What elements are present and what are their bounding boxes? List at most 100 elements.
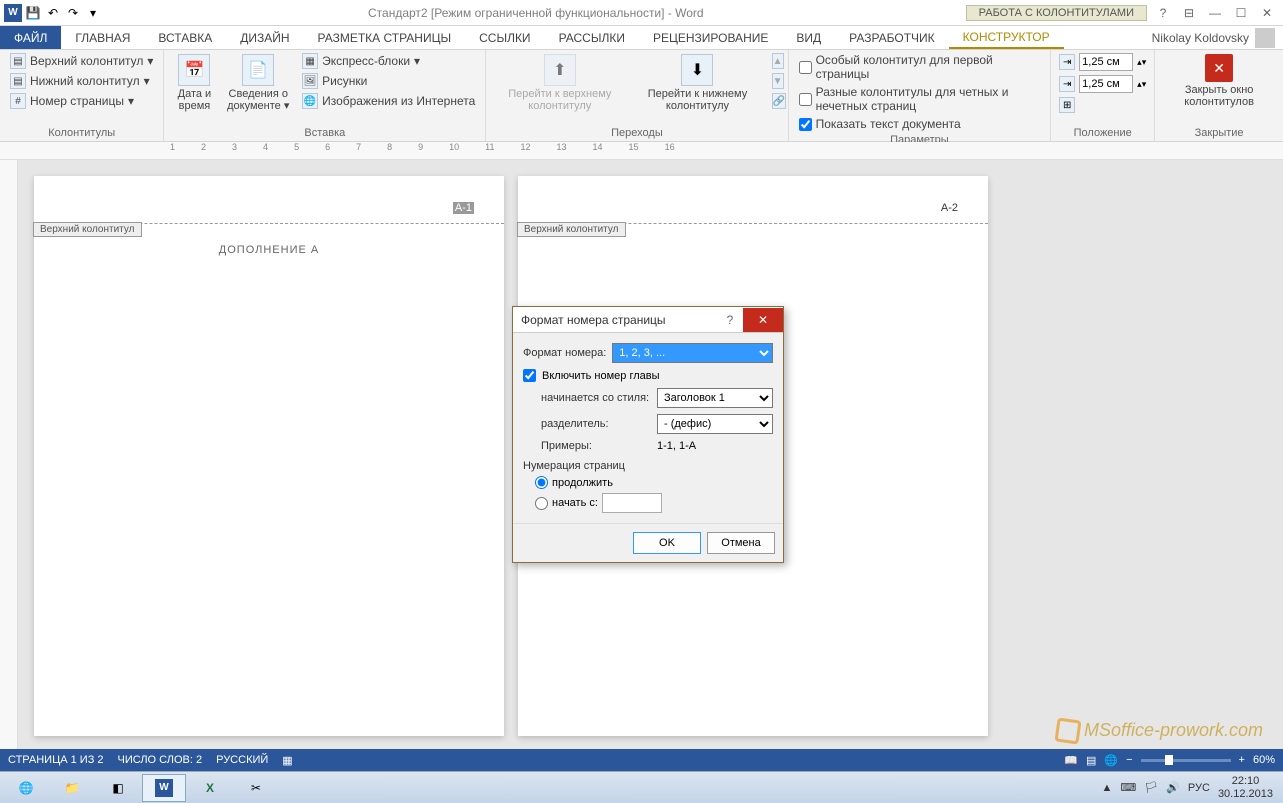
quick-parts-button[interactable]: ▦Экспресс-блоки ▾	[298, 52, 479, 70]
status-page[interactable]: СТРАНИЦА 1 ИЗ 2	[8, 754, 104, 766]
tray-clock[interactable]: 22:10 30.12.2013	[1218, 775, 1273, 799]
tray-volume-icon[interactable]: 🔊	[1166, 781, 1180, 794]
start-from-radio[interactable]: начать с:	[523, 493, 773, 513]
tab-header-design[interactable]: КОНСТРУКТОР	[949, 26, 1064, 49]
align-tab-icon[interactable]: ⊞	[1059, 97, 1075, 113]
view-print-icon[interactable]: ▤	[1086, 754, 1096, 767]
footer-from-bottom[interactable]: ⇥▴▾	[1057, 74, 1148, 94]
tab-developer[interactable]: РАЗРАБОТЧИК	[835, 26, 949, 49]
quick-access-toolbar: W 💾 ↶ ↷ ▾	[0, 4, 106, 22]
ribbon-collapse-icon[interactable]: ⊟	[1177, 4, 1201, 22]
link-previous-button: 🔗	[768, 92, 782, 110]
header-top-input[interactable]	[1079, 53, 1133, 71]
watermark: MSoffice-prowork.com	[1056, 719, 1263, 743]
top-header-button[interactable]: ▤Верхний колонтитул ▾	[6, 52, 157, 70]
tab-references[interactable]: ССЫЛКИ	[465, 26, 544, 49]
group-close: ✕ Закрыть окно колонтитулов Закрытие	[1155, 50, 1283, 141]
first-page-checkbox[interactable]: Особый колонтитул для первой страницы	[795, 52, 1045, 82]
user-avatar-icon[interactable]	[1255, 28, 1275, 48]
macro-icon[interactable]: ▦	[282, 754, 292, 767]
status-language[interactable]: РУССКИЙ	[216, 754, 268, 766]
number-format-select[interactable]: 1, 2, 3, ...	[612, 343, 773, 363]
tray-action-icon[interactable]: 🏳	[1144, 781, 1158, 794]
horizontal-ruler[interactable]: 1234 5678 9101112 13141516	[0, 142, 1283, 160]
tab-mailings[interactable]: РАССЫЛКИ	[545, 26, 639, 49]
titlebar: W 💾 ↶ ↷ ▾ Стандарт2 [Режим ограниченной …	[0, 0, 1283, 26]
tray-network-icon[interactable]: ▲	[1101, 782, 1112, 794]
document-info-button[interactable]: 📄 Сведения о документе ▾	[222, 52, 294, 114]
chapter-style-select[interactable]: Заголовок 1	[657, 388, 773, 408]
continue-radio[interactable]: продолжить	[523, 476, 773, 489]
vertical-ruler[interactable]	[0, 160, 18, 761]
cancel-button[interactable]: Отмена	[707, 532, 775, 554]
date-time-button[interactable]: 📅 Дата и время	[170, 52, 218, 114]
format-label: Формат номера:	[523, 347, 606, 359]
zoom-slider[interactable]	[1141, 759, 1231, 762]
close-window-icon[interactable]: ✕	[1255, 4, 1279, 22]
tab-home[interactable]: ГЛАВНАЯ	[61, 26, 144, 49]
group-label: Вставка	[170, 125, 479, 141]
odd-even-checkbox[interactable]: Разные колонтитулы для четных и нечетных…	[795, 84, 1045, 114]
maximize-icon[interactable]: ☐	[1229, 4, 1253, 22]
word-logo-icon[interactable]: W	[4, 4, 22, 22]
close-icon: ✕	[1205, 54, 1233, 82]
minimize-icon[interactable]: —	[1203, 4, 1227, 22]
tray-language[interactable]: РУС	[1188, 782, 1210, 794]
header-zone[interactable]: A-2 Верхний колонтитул	[518, 176, 988, 224]
ok-button[interactable]: OK	[633, 532, 701, 554]
footer-bottom-input[interactable]	[1079, 75, 1133, 93]
tab-review[interactable]: РЕЦЕНЗИРОВАНИЕ	[639, 26, 782, 49]
show-text-checkbox[interactable]: Показать текст документа	[795, 116, 1045, 132]
tray-keyboard-icon[interactable]: ⌨	[1120, 781, 1136, 794]
header-from-top[interactable]: ⇥▴▾	[1057, 52, 1148, 72]
taskbar-app-icon[interactable]: ◧	[96, 774, 140, 802]
tab-view[interactable]: ВИД	[782, 26, 835, 49]
save-icon[interactable]: 💾	[24, 4, 42, 22]
status-words[interactable]: ЧИСЛО СЛОВ: 2	[118, 754, 203, 766]
dialog-titlebar[interactable]: Формат номера страницы ? ✕	[513, 307, 783, 333]
page-number-button[interactable]: #Номер страницы ▾	[6, 92, 157, 110]
bottom-header-button[interactable]: ▤Нижний колонтитул ▾	[6, 72, 157, 90]
start-from-input[interactable]	[602, 493, 662, 513]
qat-customize-icon[interactable]: ▾	[84, 4, 102, 22]
zoom-level[interactable]: 60%	[1253, 754, 1275, 766]
taskbar-word-icon[interactable]: W	[142, 774, 186, 802]
help-icon[interactable]: ?	[1151, 4, 1175, 22]
group-label: Переходы	[492, 125, 781, 141]
group-navigation: ⬆ Перейти к верхнему колонтитулу ⬇ Перей…	[486, 50, 788, 141]
close-header-footer-button[interactable]: ✕ Закрыть окно колонтитулов	[1161, 52, 1277, 110]
quickparts-icon: ▦	[302, 53, 318, 69]
separator-select[interactable]: - (дефис)	[657, 414, 773, 434]
taskbar-explorer-icon[interactable]: 📁	[50, 774, 94, 802]
tab-file[interactable]: ФАЙЛ	[0, 26, 61, 49]
dialog-close-icon[interactable]: ✕	[743, 308, 783, 332]
page-1[interactable]: A-1 Верхний колонтитул ДОПОЛНЕНИЕ А	[34, 176, 504, 736]
user-area: Nikolay Koldovsky	[1152, 26, 1283, 49]
tab-layout[interactable]: РАЗМЕТКА СТРАНИЦЫ	[304, 26, 466, 49]
view-read-icon[interactable]: 📖	[1064, 754, 1078, 767]
taskbar-ie-icon[interactable]: 🌐	[4, 774, 48, 802]
pictures-button[interactable]: 🖼Рисунки	[298, 72, 479, 90]
starts-style-label: начинается со стиля:	[541, 392, 651, 404]
user-name[interactable]: Nikolay Koldovsky	[1152, 31, 1249, 45]
goto-footer-button[interactable]: ⬇ Перейти к нижнему колонтитулу	[631, 52, 763, 114]
header-zone[interactable]: A-1 Верхний колонтитул	[34, 176, 504, 224]
calendar-icon: 📅	[178, 54, 210, 86]
header-tag: Верхний колонтитул	[33, 222, 142, 237]
zoom-out-icon[interactable]: −	[1126, 754, 1132, 766]
tab-insert[interactable]: ВСТАВКА	[144, 26, 226, 49]
online-pictures-button[interactable]: 🌐Изображения из Интернета	[298, 92, 479, 110]
ruler-bottom-icon: ⇥	[1059, 76, 1075, 92]
undo-icon[interactable]: ↶	[44, 4, 62, 22]
taskbar-excel-icon[interactable]: X	[188, 774, 232, 802]
dialog-help-icon[interactable]: ?	[717, 308, 743, 332]
picture-icon: 🖼	[302, 73, 318, 89]
page-number-field[interactable]: A-1	[453, 202, 474, 214]
zoom-in-icon[interactable]: +	[1239, 754, 1245, 766]
taskbar-snip-icon[interactable]: ✂	[234, 774, 278, 802]
view-web-icon[interactable]: 🌐	[1104, 754, 1118, 767]
redo-icon[interactable]: ↷	[64, 4, 82, 22]
separator-label: разделитель:	[541, 418, 651, 430]
tab-design[interactable]: ДИЗАЙН	[226, 26, 303, 49]
include-chapter-checkbox[interactable]: Включить номер главы	[523, 369, 773, 382]
